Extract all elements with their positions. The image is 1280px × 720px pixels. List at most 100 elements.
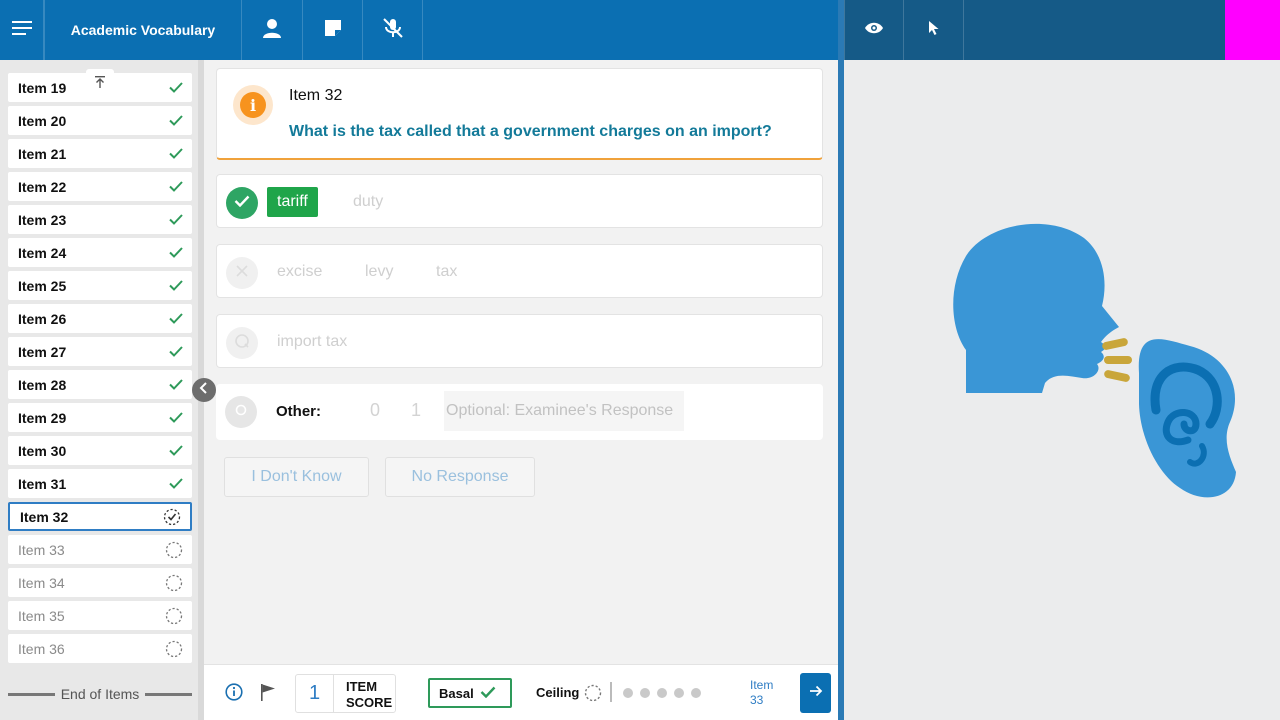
check-icon	[169, 214, 183, 225]
sidebar-item-label: Item 26	[18, 310, 67, 327]
top-bar: Academic Vocabulary	[0, 0, 838, 60]
sidebar-item[interactable]: Item 27	[8, 337, 192, 366]
next-item-label: Item 33	[750, 678, 773, 708]
main-content: i Item 32 What is the tax called that a …	[204, 60, 838, 664]
ceiling-separator	[610, 682, 612, 702]
sidebar-item-label: Item 32	[20, 508, 69, 525]
check-icon	[169, 115, 183, 126]
speaking-listening-illustration	[953, 223, 1236, 498]
pending-icon	[165, 541, 183, 559]
app-title: Academic Vocabulary	[44, 0, 242, 60]
person-icon	[262, 18, 282, 43]
end-line-right	[145, 692, 192, 696]
check-icon	[169, 478, 183, 489]
check-icon	[169, 148, 183, 159]
sidebar-item[interactable]: Item 26	[8, 304, 192, 333]
basal-status: Basal	[428, 678, 512, 708]
sidebar-item[interactable]: Item 25	[8, 271, 192, 300]
basal-label: Basal	[439, 685, 474, 701]
incorrect-response-row: excise levy tax	[216, 244, 823, 298]
end-line-left	[8, 692, 55, 696]
pending-icon	[165, 640, 183, 658]
mic-toggle-button[interactable]	[363, 0, 423, 60]
query-icon	[234, 333, 250, 354]
check-icon	[169, 445, 183, 456]
sidebar-item[interactable]: Item 31	[8, 469, 192, 498]
eye-icon	[865, 21, 883, 39]
question-card: i Item 32 What is the tax called that a …	[216, 68, 823, 160]
ceiling-dot	[691, 688, 701, 698]
in-progress-icon	[163, 508, 181, 526]
item-score-label: ITEM SCORE	[346, 679, 392, 711]
other-response-row: Other: 0 1	[216, 384, 823, 440]
response-excise[interactable]: excise	[267, 257, 332, 287]
sidebar-item-label: Item 34	[18, 574, 65, 591]
collapse-sidebar-button[interactable]	[192, 378, 216, 402]
correct-response-row: tariff duty	[216, 174, 823, 228]
info-circle-icon[interactable]	[225, 683, 243, 706]
next-item-label-line2: 33	[750, 693, 764, 707]
check-icon	[169, 346, 183, 357]
sidebar-item[interactable]: Item 22	[8, 172, 192, 201]
sidebar-item[interactable]: Item 21	[8, 139, 192, 168]
ceiling-label: Ceiling	[536, 685, 580, 700]
response-duty[interactable]: duty	[343, 187, 393, 217]
sidebar-item[interactable]: Item 30	[8, 436, 192, 465]
item-score-value: 1	[296, 675, 334, 712]
response-import-tax[interactable]: import tax	[267, 327, 357, 357]
sidebar-item-label: Item 35	[18, 607, 65, 624]
response-tariff[interactable]: tariff	[267, 187, 318, 217]
item-title: Item 32	[289, 87, 343, 104]
view-button[interactable]	[844, 0, 904, 60]
sidebar-item[interactable]: Item 23	[8, 205, 192, 234]
other-button[interactable]	[225, 396, 257, 428]
sidebar-item[interactable]: Item 35	[8, 601, 192, 630]
sound-waves-icon	[1102, 338, 1132, 382]
sidebar-item[interactable]: Item 32	[8, 502, 192, 531]
sidebar-item[interactable]: Item 24	[8, 238, 192, 267]
response-levy[interactable]: levy	[355, 257, 403, 287]
sidebar-item[interactable]: Item 20	[8, 106, 192, 135]
sidebar-item[interactable]: Item 33	[8, 535, 192, 564]
correct-button[interactable]	[226, 187, 258, 219]
stimulus-panel	[844, 60, 1280, 720]
dont-know-button[interactable]: I Don't Know	[224, 457, 369, 497]
menu-button[interactable]	[0, 0, 44, 60]
check-icon	[169, 379, 183, 390]
sidebar-item[interactable]: Item 28	[8, 370, 192, 399]
sidebar-item-label: Item 25	[18, 277, 67, 294]
sidebar-item-label: Item 21	[18, 145, 67, 162]
sidebar-item[interactable]: Item 34	[8, 568, 192, 597]
response-tax[interactable]: tax	[426, 257, 467, 287]
other-score-1[interactable]: 1	[411, 400, 421, 421]
sidebar-item[interactable]: Item 36	[8, 634, 192, 663]
info-icon: i	[240, 92, 266, 118]
flag-icon[interactable]	[260, 683, 276, 706]
chevron-left-icon	[199, 381, 209, 399]
query-button[interactable]	[226, 327, 258, 359]
notes-button[interactable]	[303, 0, 363, 60]
examinee-response-input[interactable]	[444, 391, 684, 431]
incorrect-button[interactable]	[226, 257, 258, 289]
sidebar-item-label: Item 24	[18, 244, 67, 261]
other-score-0[interactable]: 0	[370, 400, 380, 421]
ceiling-status: Ceiling	[536, 685, 579, 700]
info-badge: i	[233, 85, 273, 125]
sidebar-item-label: Item 33	[18, 541, 65, 558]
check-icon	[169, 412, 183, 423]
sidebar-item-label: Item 22	[18, 178, 67, 195]
check-icon	[169, 181, 183, 192]
pointer-button[interactable]	[904, 0, 964, 60]
end-of-items: End of Items	[8, 686, 192, 702]
mic-off-icon	[381, 16, 405, 45]
sidebar-item-label: Item 19	[18, 79, 67, 96]
no-response-button[interactable]: No Response	[385, 457, 535, 497]
sidebar-item-label: Item 36	[18, 640, 65, 657]
ear-icon	[1138, 339, 1236, 498]
scroll-to-top-button[interactable]	[86, 69, 114, 99]
menu-icon	[11, 20, 32, 40]
pending-icon	[165, 574, 183, 592]
next-item-button[interactable]	[800, 673, 831, 713]
sidebar-item[interactable]: Item 29	[8, 403, 192, 432]
examinee-button[interactable]	[242, 0, 303, 60]
